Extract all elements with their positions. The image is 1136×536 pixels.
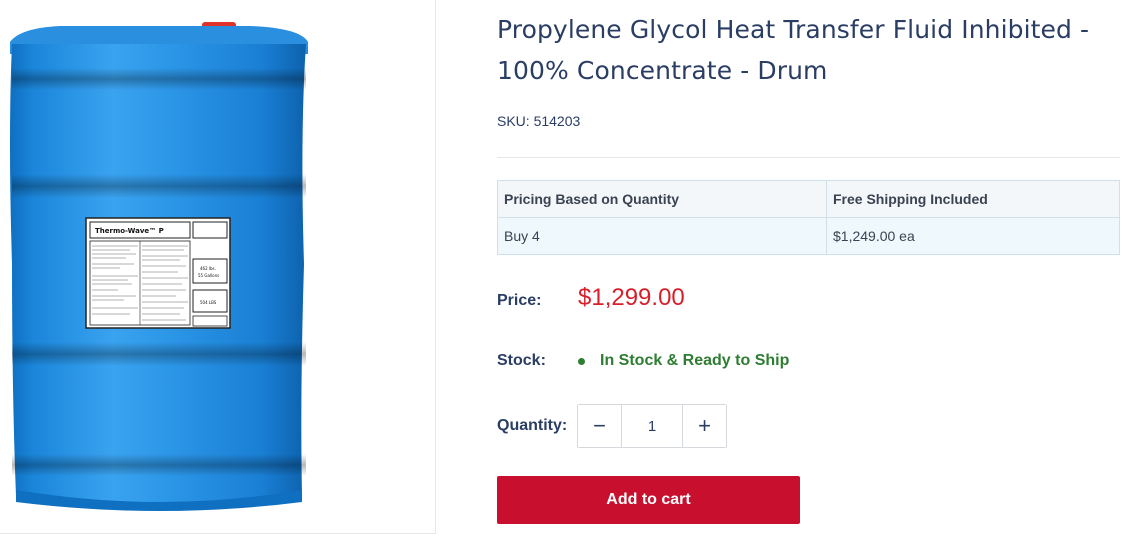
drum-label-title: Thermo-Wave™ P	[95, 227, 164, 235]
sku-value: 514203	[533, 113, 581, 129]
quantity-decrement-button[interactable]: −	[578, 405, 621, 447]
quantity-increment-button[interactable]: +	[683, 405, 726, 447]
plus-icon: +	[698, 413, 711, 438]
add-to-cart-button[interactable]: Add to cart	[497, 476, 800, 524]
pricing-table-header-row: Pricing Based on Quantity Free Shipping …	[497, 180, 1120, 218]
pricing-tier-price: $1,249.00 ea	[826, 217, 1120, 255]
pricing-tier-quantity: Buy 4	[497, 217, 827, 255]
divider	[497, 157, 1120, 158]
stock-status: In Stock & Ready to Ship	[578, 352, 789, 370]
product-image-panel: Thermo-Wave™ P 462 lbs. 55 Gallons 504 L…	[0, 0, 436, 534]
minus-icon: −	[593, 413, 606, 438]
pricing-table-header-quantity: Pricing Based on Quantity	[497, 180, 827, 218]
quantity-stepper: − +	[577, 404, 727, 448]
quantity-input[interactable]	[621, 405, 683, 447]
drum-label-weight: 504 LBS	[200, 300, 217, 305]
price-value: $1,299.00	[578, 284, 685, 311]
price-label: Price:	[497, 292, 542, 309]
sku-label: SKU:	[497, 113, 530, 129]
stock-status-text: In Stock & Ready to Ship	[600, 352, 790, 369]
product-drum-image[interactable]: Thermo-Wave™ P 462 lbs. 55 Gallons 504 L…	[0, 14, 320, 514]
stock-dot-icon	[578, 357, 585, 365]
drum-label-volume-1: 462 lbs.	[200, 266, 216, 271]
quantity-label: Quantity:	[497, 417, 568, 434]
table-row: Buy 4 $1,249.00 ea	[497, 217, 1120, 255]
drum-label-volume-2: 55 Gallons	[198, 273, 219, 278]
pricing-table-header-shipping: Free Shipping Included	[826, 180, 1120, 218]
product-title: Propylene Glycol Heat Transfer Fluid Inh…	[497, 15, 1090, 85]
stock-label: Stock:	[497, 352, 546, 369]
product-sku: SKU: 514203	[497, 113, 580, 129]
quantity-pricing-table: Pricing Based on Quantity Free Shipping …	[497, 180, 1120, 255]
